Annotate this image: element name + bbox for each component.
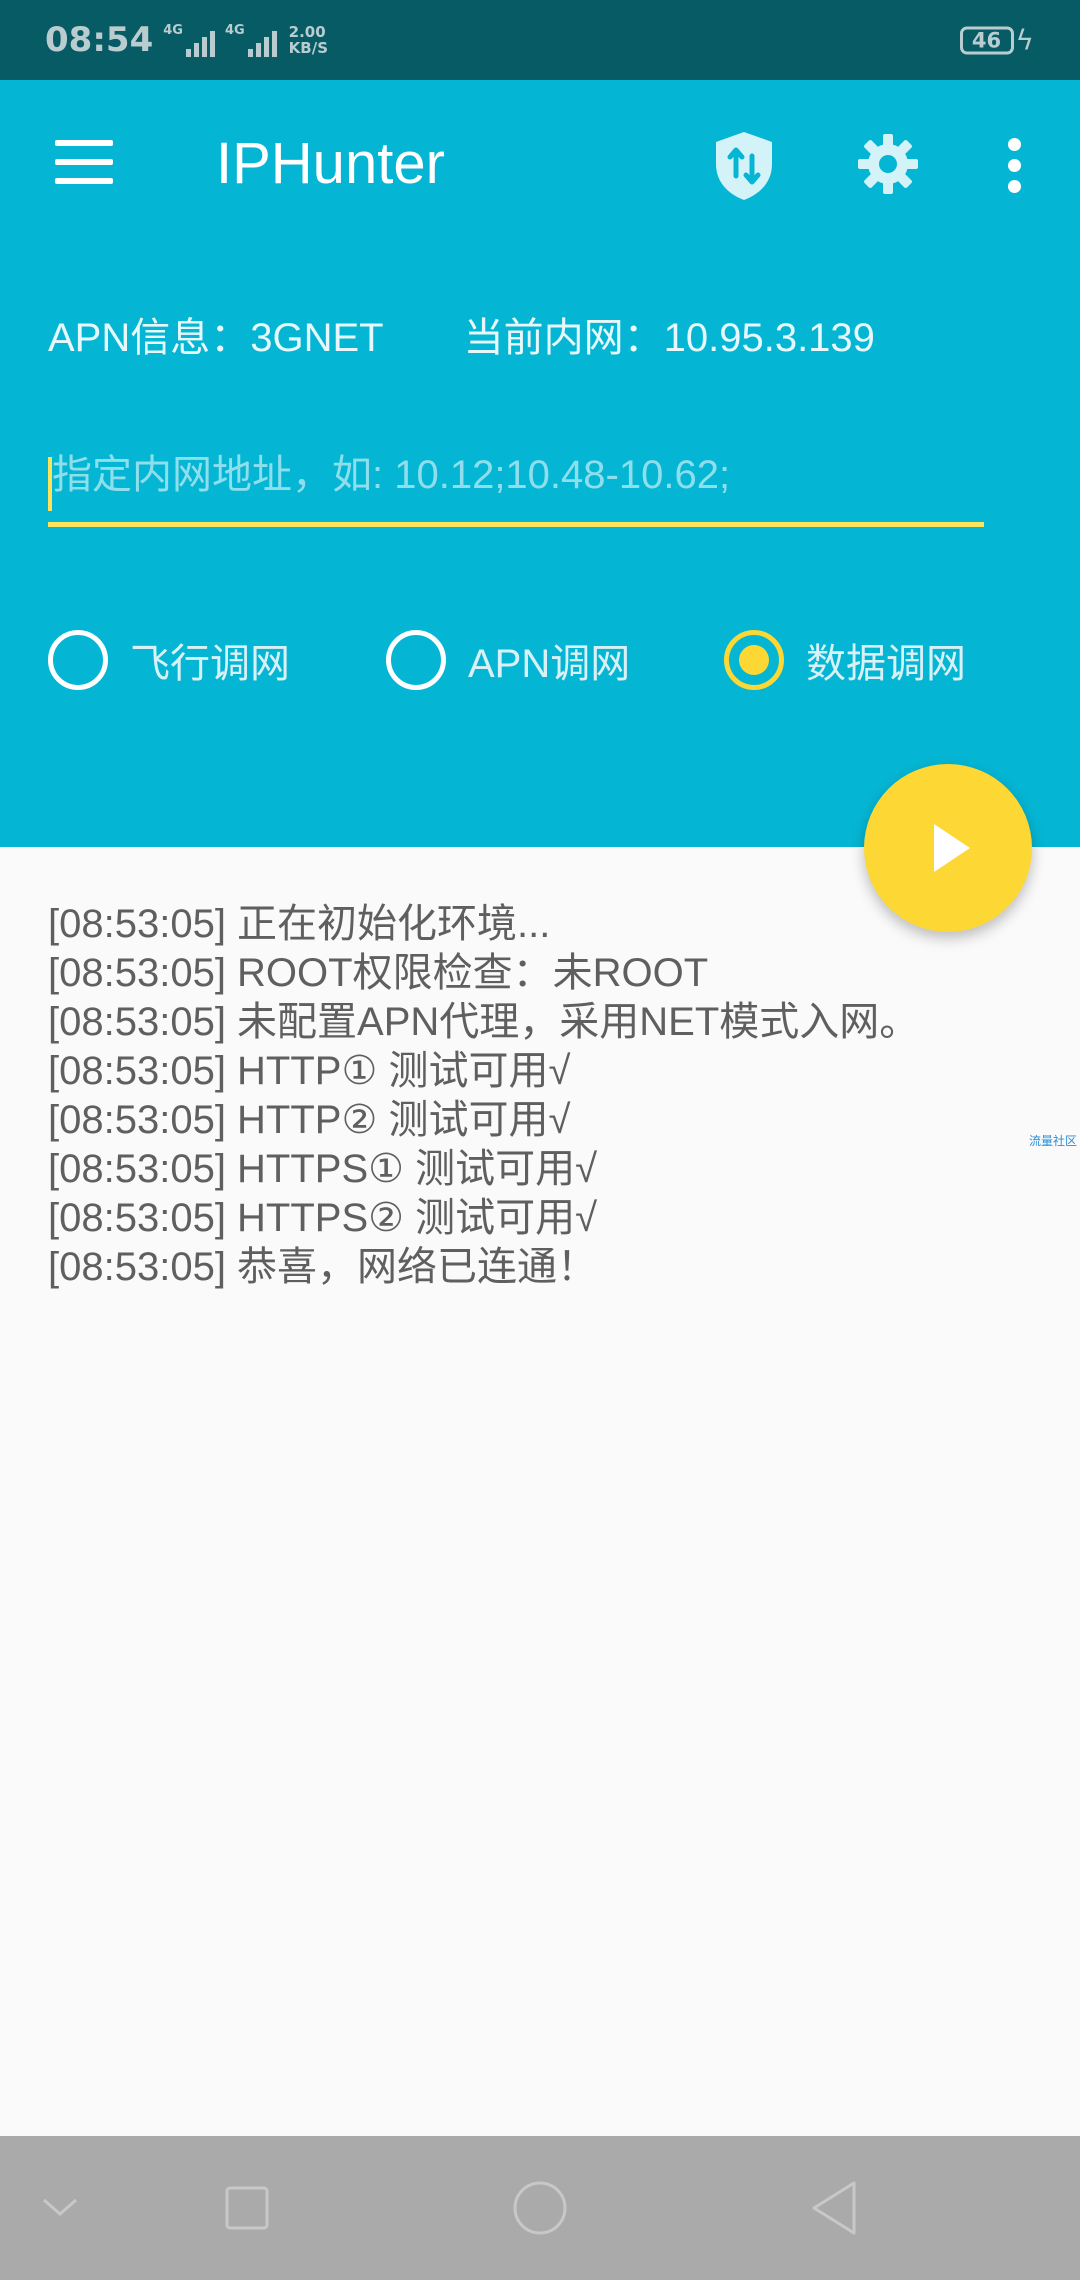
header-panel: IPHunter APN信息：3GNET 当前内网：10.95.3.139 指定… [0, 80, 1080, 847]
app-title: IPHunter [216, 131, 445, 196]
charging-icon: ϟ [1015, 23, 1034, 57]
mode-selector: 飞行调网 APN调网 数据调网 [0, 620, 1080, 700]
square-icon [225, 2186, 269, 2230]
log-line: [08:53:05] 未配置APN代理，采用NET模式入网。 [48, 1000, 920, 1044]
log-line: [08:53:05] HTTPS② 测试可用√ [48, 1196, 598, 1240]
log-output: [08:53:05] 正在初始化环境... [08:53:05] ROOT权限检… [48, 900, 1038, 1292]
text-cursor [48, 457, 52, 511]
chevron-down-icon [43, 2198, 77, 2216]
radio-flight-mode[interactable]: 飞行调网 [48, 620, 290, 700]
shield-icon[interactable] [712, 130, 776, 202]
apn-info: APN信息：3GNET [48, 316, 384, 360]
menu-icon[interactable] [55, 140, 113, 184]
gear-icon[interactable] [856, 132, 920, 196]
watermark: 流量社区 [1029, 1134, 1078, 1148]
intranet-ip: 当前内网：10.95.3.139 [463, 316, 875, 360]
log-line: [08:53:05] 恭喜，网络已连通！ [48, 1245, 598, 1289]
radio-circle [386, 630, 446, 690]
network-info: APN信息：3GNET 当前内网：10.95.3.139 [48, 305, 875, 363]
status-time: 08:54 [45, 20, 154, 60]
nav-back-button[interactable] [800, 2136, 868, 2280]
battery-indicator: 46 ϟ [959, 23, 1034, 57]
back-triangle-icon [812, 2181, 856, 2235]
log-line: [08:53:05] HTTPS① 测试可用√ [48, 1147, 598, 1191]
radio-apn-mode[interactable]: APN调网 [386, 620, 630, 700]
net-speed: 2.00 KB/S [288, 23, 329, 57]
log-line: [08:53:05] HTTP② 测试可用√ [48, 1098, 571, 1142]
log-line: [08:53:05] ROOT权限检查：未ROOT [48, 951, 709, 995]
signal-icon-2: 4G [225, 23, 277, 57]
app-bar: IPHunter [0, 80, 1080, 250]
status-bar: 08:54 4G 4G 2.00 KB/S 46 ϟ [0, 0, 1080, 80]
radio-data-mode[interactable]: 数据调网 [724, 620, 966, 700]
log-line: [08:53:05] 正在初始化环境... [48, 902, 551, 946]
play-icon [934, 824, 970, 872]
radio-circle-checked [724, 630, 784, 690]
nav-home-button[interactable] [504, 2136, 576, 2280]
nav-hide-button[interactable] [30, 2136, 90, 2280]
more-options-icon[interactable] [1005, 138, 1023, 194]
ip-range-field [48, 435, 984, 527]
radio-circle [48, 630, 108, 690]
circle-icon [513, 2181, 567, 2235]
nav-recents-button[interactable] [210, 2136, 284, 2280]
ip-range-input[interactable] [48, 435, 984, 515]
log-line: [08:53:05] HTTP① 测试可用√ [48, 1049, 571, 1093]
signal-icon: 4G [163, 23, 215, 57]
system-nav-bar [0, 2136, 1080, 2280]
battery-icon: 46 [959, 26, 1014, 54]
